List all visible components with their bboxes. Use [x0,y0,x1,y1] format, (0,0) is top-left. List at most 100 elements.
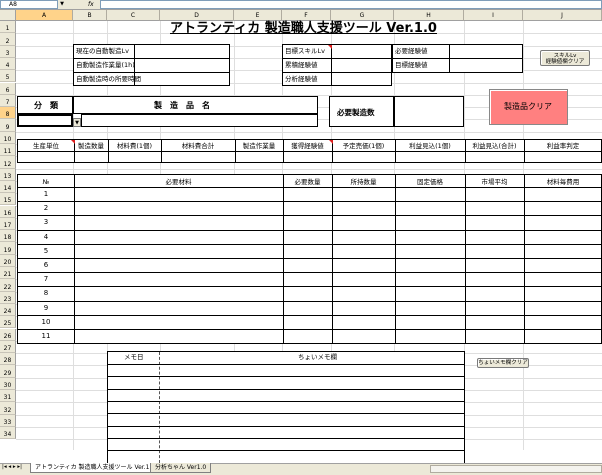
memo-row-line [108,388,464,390]
row-header-21[interactable]: 21 [0,267,16,280]
calc-header-cell: 生産単位 [33,142,59,150]
material-row-number: 4 [43,232,49,241]
name-box[interactable]: A8 [0,0,58,9]
row-header-26[interactable]: 26 [0,328,16,341]
row-header-31[interactable]: 31 [0,390,16,403]
row-header-15[interactable]: 15 [0,193,16,206]
column-header-B[interactable]: B [73,10,107,21]
calc-header-cell: 製造数量 [78,142,104,150]
row-header-13[interactable]: 13 [0,168,16,181]
calc-header-cell: 利益見込(1個) [409,142,451,150]
row-header-14[interactable]: 14 [0,180,16,194]
row-header-29[interactable]: 29 [0,365,16,378]
column-header-E[interactable]: E [234,10,282,21]
column-header-F[interactable]: F [282,10,331,21]
row-header-19[interactable]: 19 [0,242,16,255]
skill-exp-clear-button[interactable]: スキルLv 経験値欄クリア [540,50,590,66]
horizontal-scrollbar[interactable] [430,465,602,473]
row-header-5[interactable]: 5 [0,70,16,83]
select-all-corner[interactable] [0,10,16,21]
grid-hline [16,131,602,133]
memo-row-line [108,376,464,378]
materials-header-cell: 必要材料 [165,178,192,186]
column-header-D[interactable]: D [160,10,234,21]
column-header-J[interactable]: J [523,10,602,21]
formula-input[interactable] [100,0,602,9]
row-header-22[interactable]: 22 [0,279,16,292]
row-header-7[interactable]: 7 [0,94,16,108]
material-row-number: 1 [43,190,49,198]
grid-hline [16,168,602,170]
row-header-20[interactable]: 20 [0,254,16,267]
row-header-17[interactable]: 17 [0,217,16,231]
memo-clear-button-label: ちょいメモ欄クリア [478,360,528,366]
memo-row-line [108,437,464,439]
row-header-28[interactable]: 28 [0,353,16,366]
column-header-C[interactable]: C [107,10,160,21]
row-header-25[interactable]: 25 [0,316,16,329]
target-exp-label: 目標経験値 [395,61,428,69]
category-select[interactable] [17,114,73,127]
name-box-dropdown-icon[interactable]: ▼ [58,0,66,9]
row-header-34[interactable]: 34 [0,426,16,440]
material-row-number: 2 [43,204,49,213]
memo-clear-button[interactable]: ちょいメモ欄クリア [477,358,529,368]
row-header-4[interactable]: 4 [0,57,16,71]
row-header-24[interactable]: 24 [0,303,16,317]
column-header-A[interactable]: A [16,10,73,21]
required-exp-label: 必要経験値 [395,47,428,55]
memo-label: ちょいメモ欄 [298,353,337,361]
memo-row-line [108,364,464,365]
row-header-30[interactable]: 30 [0,377,16,390]
auto-time-label: 自動製造時の所要時間 [76,75,141,83]
materials-header-cell: 固定価格 [417,178,443,186]
material-row-number: 10 [41,317,51,326]
product-clear-button[interactable]: 製造品クリア [489,89,568,125]
memo-day-label: メモ日 [124,353,144,361]
material-row-number: 8 [43,289,49,298]
row-header-1[interactable]: 1 [0,21,16,34]
materials-header-cell: 市場平均 [481,178,508,186]
row-header-32[interactable]: 32 [0,402,16,415]
row-header-3[interactable]: 3 [0,45,16,58]
calc-header-cell: 利益見込(合計) [472,142,517,150]
calc-header-cell: 獲得経験値 [291,142,324,150]
page-title: アトランティカ 製造職人支援ツール Ver.1.0 [170,21,437,36]
category-dropdown-button[interactable]: ▼ [73,118,81,127]
required-qty-input[interactable] [394,96,464,127]
row-header-12[interactable]: 12 [0,156,16,169]
target-skill-lv-label: 目標スキルLv [285,47,325,55]
sheet-tab-analysis[interactable]: 分析ちゃん Ver1.0 [150,463,212,473]
row-header-18[interactable]: 18 [0,230,16,243]
column-header-G[interactable]: G [331,10,394,21]
row-header-2[interactable]: 2 [0,33,16,46]
row-header-9[interactable]: 9 [0,119,16,132]
memo-row-line [108,425,464,427]
row-header-6[interactable]: 6 [0,82,16,95]
memo-row-line [108,413,464,415]
materials-table: № 必要材料 必要数量 所持数量 固定価格 市場平均 材料毎費用 1 2 3 4 5 6 7 8 9 10 11 [17,174,602,344]
row-header-23[interactable]: 23 [0,291,16,304]
material-row-number: 3 [43,218,49,227]
row-header-27[interactable]: 27 [0,340,16,354]
sheet-nav-arrows[interactable]: |◂ ◂ ▸ ▸| [2,464,22,471]
material-row-number: 5 [43,246,49,255]
calc-header-cell: 予定売価(1個) [342,142,385,150]
row-header-8[interactable]: 8 [0,107,16,120]
material-row-number: 11 [41,332,51,340]
column-header-I[interactable]: I [464,10,523,21]
calc-header-cell: 材料費(1個) [116,142,153,150]
column-header-H[interactable]: H [394,10,464,21]
row-header-11[interactable]: 11 [0,144,16,157]
row-header-16[interactable]: 16 [0,205,16,218]
product-name-header: 製 造 品 名 [73,96,318,114]
materials-header-cell: № [42,178,50,186]
info-right-box: 必要経験値 目標経験値 [392,44,523,73]
material-row-number: 6 [43,261,49,269]
materials-header-cell: 必要数量 [294,178,321,186]
product-name-input[interactable] [81,114,318,127]
sheet-tab-main[interactable]: アトランティカ 製造職人支援ツール Ver.1.0 [30,463,161,473]
row-header-10[interactable]: 10 [0,131,16,144]
row-header-33[interactable]: 33 [0,414,16,427]
skill-clear-button-label: スキルLv 経験値欄クリア [545,53,585,65]
